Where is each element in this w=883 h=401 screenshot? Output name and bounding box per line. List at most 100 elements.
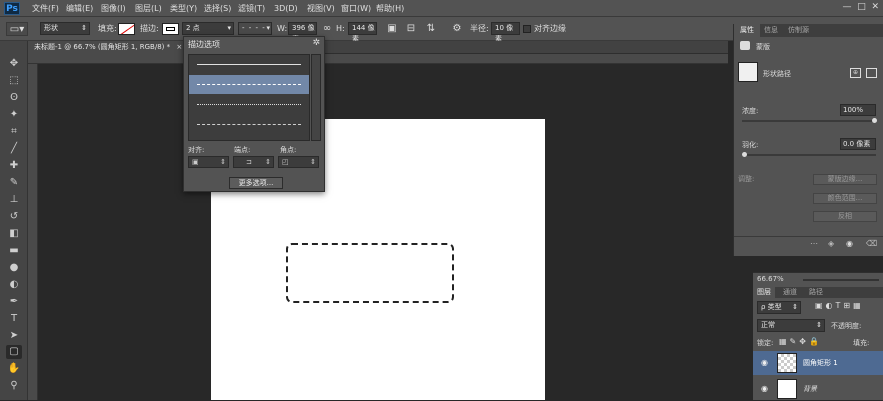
tab-properties[interactable]: 属性 (734, 24, 760, 37)
menu-window[interactable]: 窗口(W) (341, 0, 371, 17)
shape-path-label: 形状路径 (763, 70, 791, 78)
layer-kind-filter[interactable]: ρ 类型 ⇕ (757, 301, 801, 314)
trash-icon[interactable]: ⌫ (866, 239, 877, 248)
menu-layer[interactable]: 图层(L) (135, 0, 162, 17)
properties-panel: 属性 信息 仿制源 蒙版 形状路径 ⊕ 浓度: 100% 羽化: 0.0 像素 … (733, 24, 883, 256)
add-pixel-mask-icon[interactable]: ⊕ (850, 68, 861, 78)
link-icon[interactable]: ∞ (320, 22, 334, 36)
radius-input[interactable]: 10 像素 (491, 22, 520, 43)
zoom-tool-icon[interactable]: ⚲ (6, 379, 22, 393)
layer-row[interactable]: ◉ 圆角矩形 1 (753, 351, 883, 375)
layer-filter-icons[interactable]: ▣◐T⊞▦ (815, 301, 864, 310)
crop-tool-icon[interactable]: ⌗ (6, 125, 22, 139)
healing-brush-tool-icon[interactable]: ✚ (6, 159, 22, 173)
eye-icon[interactable]: ◉ (846, 239, 853, 248)
tab-paths[interactable]: 路径 (805, 287, 827, 298)
lasso-tool-icon[interactable]: ʘ (6, 91, 22, 105)
lock-label: 锁定: (757, 339, 774, 347)
gear-icon[interactable]: ⚙ (450, 22, 464, 36)
density-label: 浓度: (742, 107, 759, 115)
eraser-tool-icon[interactable]: ◧ (6, 227, 22, 241)
hand-tool-icon[interactable]: ✋ (6, 362, 22, 376)
path-operations-icon[interactable]: ▣ (385, 22, 399, 36)
stroke-list-scrollbar[interactable] (311, 54, 321, 141)
path-alignment-icon[interactable]: ⊟ (404, 22, 418, 36)
feather-slider[interactable] (742, 152, 876, 157)
height-input[interactable]: 144 像素 (348, 22, 377, 43)
settings-gear-icon[interactable]: ✲ (312, 38, 320, 48)
tool-preset-picker[interactable]: ▭▾ (6, 22, 28, 36)
rounded-rectangle-tool-icon[interactable]: ▢ (6, 345, 22, 359)
align-edges-checkbox[interactable] (523, 25, 531, 33)
menu-type[interactable]: 类型(Y) (170, 0, 197, 17)
lock-icons[interactable]: ▦✎✥🔒 (779, 337, 822, 346)
blur-tool-icon[interactable]: ● (6, 261, 22, 275)
maximize-icon[interactable]: □ (857, 2, 866, 12)
photoshop-logo: Ps (4, 2, 20, 15)
tab-clone-source[interactable]: 仿制源 (782, 24, 815, 37)
invert-button[interactable]: 反相 (813, 211, 877, 222)
stroke-swatch[interactable] (162, 23, 179, 35)
vector-mask-thumbnail[interactable] (738, 62, 758, 82)
document-tab[interactable]: 未标题-1 @ 66.7% (圆角矩形 1, RGB/8) * × (28, 41, 183, 54)
menu-file[interactable]: 文件(F) (32, 0, 59, 17)
feather-input[interactable]: 0.0 像素 (840, 138, 876, 150)
density-slider[interactable] (742, 118, 877, 123)
width-input[interactable]: 396 像素 (288, 22, 317, 43)
history-brush-tool-icon[interactable]: ↺ (6, 210, 22, 224)
mode-select[interactable]: 形状 ⇕ (40, 22, 90, 35)
minimize-icon[interactable]: — (842, 2, 851, 12)
move-tool-icon[interactable]: ✥ (6, 57, 22, 71)
type-tool-icon[interactable]: T (6, 312, 22, 326)
layer-name[interactable]: 背景 (803, 384, 817, 394)
menu-select[interactable]: 选择(S) (204, 0, 231, 17)
layer-name[interactable]: 圆角矩形 1 (803, 358, 838, 368)
color-range-button[interactable]: 颜色范围... (813, 193, 877, 204)
stroke-preset-dashed[interactable] (189, 75, 309, 94)
close-tab-icon[interactable]: × (176, 43, 182, 51)
menu-filter[interactable]: 滤镜(T) (238, 0, 265, 17)
close-icon[interactable]: ✕ (871, 2, 879, 12)
magic-wand-tool-icon[interactable]: ✦ (6, 108, 22, 122)
visibility-eye-icon[interactable]: ◉ (761, 384, 768, 393)
eyedropper-tool-icon[interactable]: ╱ (6, 142, 22, 156)
menu-edit[interactable]: 编辑(E) (66, 0, 93, 17)
menu-3d[interactable]: 3D(D) (274, 0, 298, 17)
zoom-slider[interactable] (803, 279, 879, 281)
load-selection-icon[interactable]: ⋯ (810, 239, 818, 248)
stroke-type-select[interactable]: - - - - ▾ (238, 22, 272, 35)
tab-layers[interactable]: 图层 (753, 287, 775, 298)
layer-row[interactable]: ◉ 背景 (753, 377, 883, 401)
blend-mode-select[interactable]: 正常 ⇕ (757, 319, 825, 332)
rounded-rectangle-shape[interactable] (286, 243, 454, 303)
more-options-button[interactable]: 更多选项... (229, 177, 283, 189)
menu-help[interactable]: 帮助(H) (376, 0, 404, 17)
stroke-width-field[interactable]: 2 点 ▾ (182, 22, 234, 35)
clone-stamp-tool-icon[interactable]: ⊥ (6, 193, 22, 207)
mask-edge-button[interactable]: 蒙版边缘... (813, 174, 877, 185)
pen-tool-icon[interactable]: ✒ (6, 295, 22, 309)
visibility-eye-icon[interactable]: ◉ (761, 358, 768, 367)
menu-image[interactable]: 图像(I) (101, 0, 126, 17)
apply-mask-icon[interactable]: ◈ (828, 239, 834, 248)
marquee-tool-icon[interactable]: ⬚ (6, 74, 22, 88)
menu-view[interactable]: 视图(V) (307, 0, 335, 17)
tab-channels[interactable]: 通道 (779, 287, 801, 298)
density-slider-knob[interactable] (872, 118, 877, 123)
caps-select[interactable]: ⊐ ⇕ (233, 156, 274, 168)
stroke-preset-solid[interactable] (189, 55, 309, 74)
path-selection-tool-icon[interactable]: ➤ (6, 329, 22, 343)
align-select[interactable]: ▣ ⇕ (188, 156, 229, 168)
dodge-tool-icon[interactable]: ◐ (6, 278, 22, 292)
add-vector-mask-icon[interactable] (866, 68, 877, 78)
stroke-preset-dotted[interactable] (189, 95, 309, 114)
tab-info[interactable]: 信息 (758, 24, 784, 37)
stroke-preset-dash-dot[interactable] (189, 115, 309, 134)
feather-slider-knob[interactable] (742, 152, 747, 157)
brush-tool-icon[interactable]: ✎ (6, 176, 22, 190)
gradient-tool-icon[interactable]: ▬ (6, 244, 22, 258)
path-arrangement-icon[interactable]: ⇅ (424, 22, 438, 36)
corners-select[interactable]: ◰ ⇕ (278, 156, 319, 168)
density-input[interactable]: 100% (840, 104, 876, 116)
fill-swatch[interactable] (118, 23, 135, 35)
